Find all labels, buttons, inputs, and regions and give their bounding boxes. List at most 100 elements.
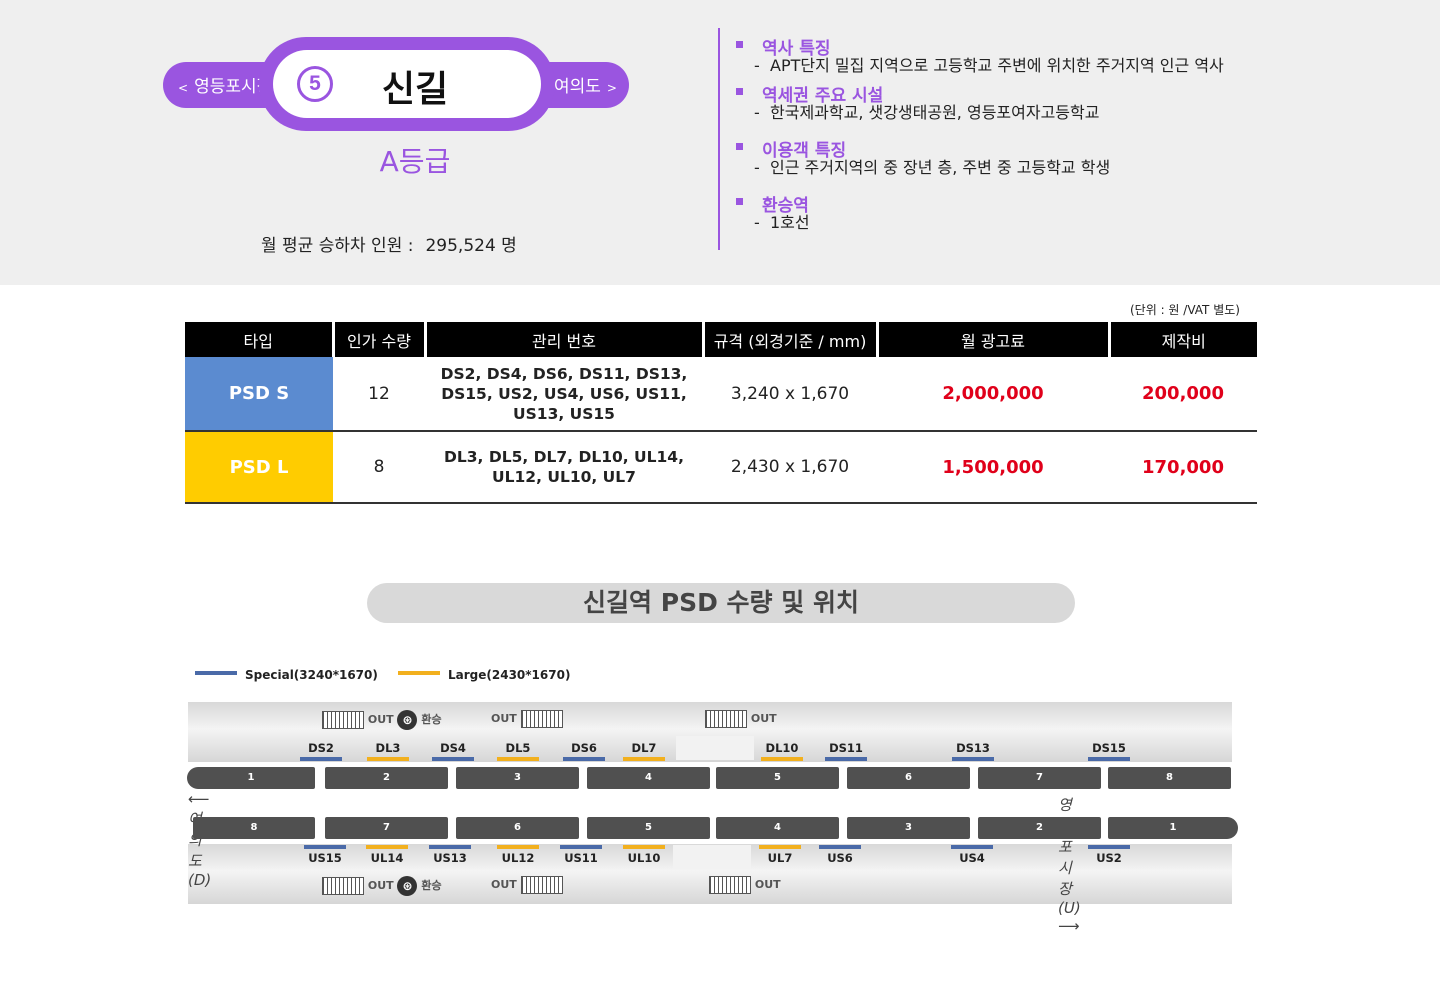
bullet-icon [736, 198, 743, 205]
station-number-badge: 5 [297, 66, 333, 102]
train-car: 8 [193, 817, 315, 839]
prev-station-link[interactable]: < 영등포시장 [172, 72, 272, 97]
info-title: 역사 특징 [736, 34, 1296, 59]
station-header: < 영등포시장 여의도 > 5 신길 A등급 월 평균 승하차 인원 : 295,52… [0, 0, 1440, 285]
psd-marker-label: DS11 [829, 741, 863, 755]
psd-marker-label: US15 [308, 851, 342, 865]
exit-stairs: OUT [491, 876, 563, 894]
stairs-icon [322, 877, 364, 895]
prod-cell: 200,000 [1109, 357, 1257, 432]
train-car: 6 [847, 767, 970, 789]
psd-special-marker [304, 845, 346, 849]
direction-down: ⟵ 여의도(D) [188, 790, 212, 889]
size-cell: 3,240 x 1,670 [703, 357, 877, 432]
monthly-passengers: 월 평균 승하차 인원 : 295,524 명 [261, 231, 517, 256]
blank-area [676, 736, 754, 760]
station-info: 역사 특징 - APT단지 밀집 지역으로 고등학교 주변에 위치한 주거지역 인… [736, 34, 1296, 238]
psd-large-marker [497, 757, 539, 761]
transfer-icon: ⊛ [397, 876, 418, 896]
table-row: PSD L 8 DL3, DL5, DL7, DL10, UL14, UL12,… [185, 431, 1257, 504]
psd-marker-label: US11 [564, 851, 598, 865]
info-detail: - 한국제과학교, 샛강생태공원, 영등포여자고등학교 [754, 103, 1100, 122]
col-header: 인가 수량 [331, 322, 425, 357]
psd-marker-label: UL7 [767, 851, 793, 865]
psd-marker-label: US4 [959, 851, 985, 865]
train-car: 7 [325, 817, 448, 839]
exit-stairs: OUT [705, 710, 777, 728]
stairs-icon [520, 876, 563, 894]
train-car: 1 [1108, 817, 1238, 839]
fee-cell: 1,500,000 [877, 431, 1109, 504]
chevron-right-icon: > [606, 81, 617, 95]
exit-stairs: OUT [709, 876, 781, 894]
col-header: 월 광고료 [875, 322, 1109, 357]
info-title: 역세권 주요 시설 [736, 81, 1296, 106]
col-header: 제작비 [1107, 322, 1257, 357]
direction-up: 영등포시장(U) ⟶ [1058, 796, 1081, 935]
psd-marker-label: UL12 [501, 851, 535, 865]
psd-large-marker [623, 845, 665, 849]
unit-note: (단위 : 원 /VAT 별도) [1130, 303, 1240, 317]
psd-marker-label: DS13 [956, 741, 990, 755]
psd-special-marker [300, 757, 342, 761]
psd-marker-label: DS15 [1092, 741, 1126, 755]
psd-marker-label: DL7 [631, 741, 657, 755]
qty-cell: 8 [333, 431, 425, 504]
next-station-label: 여의도 [554, 77, 601, 97]
psd-special-marker [429, 845, 471, 849]
psd-marker-label: UL14 [370, 851, 404, 865]
psd-special-marker [951, 845, 993, 849]
station-grade: A등급 [379, 145, 451, 178]
psd-large-marker [497, 845, 539, 849]
stairs-icon [322, 711, 364, 729]
psd-large-marker [759, 845, 801, 849]
psd-special-marker [1088, 845, 1130, 849]
train-car: 5 [716, 767, 839, 789]
psd-large-marker [623, 757, 665, 761]
col-header: 규격 (외경기준 / mm) [701, 322, 877, 357]
next-station-link[interactable]: 여의도 > [554, 72, 623, 97]
arrow-left-icon: ⟵ [188, 790, 210, 808]
monthly-passengers-label: 월 평균 승하차 인원 : [261, 236, 414, 256]
train-car: 6 [456, 817, 579, 839]
psd-large-marker [761, 757, 803, 761]
psd-special-marker [952, 757, 994, 761]
psd-marker-label: US2 [1096, 851, 1122, 865]
dash-icon: - [754, 103, 760, 122]
dash-icon: - [754, 56, 760, 75]
exit-stairs: OUT ⊛ 환승 [322, 710, 442, 730]
col-header: 타입 [185, 322, 333, 357]
exit-stairs: OUT [491, 710, 563, 728]
psd-marker-label: US13 [433, 851, 467, 865]
prod-cell: 170,000 [1109, 431, 1257, 504]
pricing-table: 타입 인가 수량 관리 번호 규격 (외경기준 / mm) 월 광고료 제작비 … [185, 322, 1257, 504]
info-detail: -1호선 [754, 213, 810, 232]
train-car: 7 [978, 767, 1101, 789]
type-cell: PSD L [185, 431, 333, 504]
info-title: 환승역 [736, 191, 1296, 216]
exit-stairs: OUT ⊛ 환승 [322, 876, 442, 896]
dash-icon: - [754, 158, 760, 177]
psd-special-marker [825, 757, 867, 761]
psd-large-marker [367, 757, 409, 761]
psd-marker-label: DL5 [505, 741, 531, 755]
table-row: PSD S 12 DS2, DS4, DS6, DS11, DS13, DS15… [185, 357, 1257, 432]
psd-marker-label: DS4 [440, 741, 466, 755]
train-car: 3 [456, 767, 579, 789]
divider [718, 28, 720, 250]
stairs-icon [705, 710, 747, 728]
qty-cell: 12 [333, 357, 425, 432]
psd-marker-label: DS2 [308, 741, 334, 755]
psd-special-marker [1088, 757, 1130, 761]
psd-marker-label: US6 [827, 851, 853, 865]
size-cell: 2,430 x 1,670 [703, 431, 877, 504]
psd-special-marker [560, 845, 602, 849]
train-car: 1 [187, 767, 315, 789]
station-name: 신길 [381, 69, 449, 110]
psd-marker-label: DL3 [375, 741, 401, 755]
psd-marker-label: DS6 [571, 741, 597, 755]
psd-special-marker [432, 757, 474, 761]
info-detail: - APT단지 밀집 지역으로 고등학교 주변에 위치한 주거지역 인근 역사 [754, 56, 1224, 75]
train-car: 3 [847, 817, 970, 839]
psd-marker-label: DL10 [765, 741, 799, 755]
